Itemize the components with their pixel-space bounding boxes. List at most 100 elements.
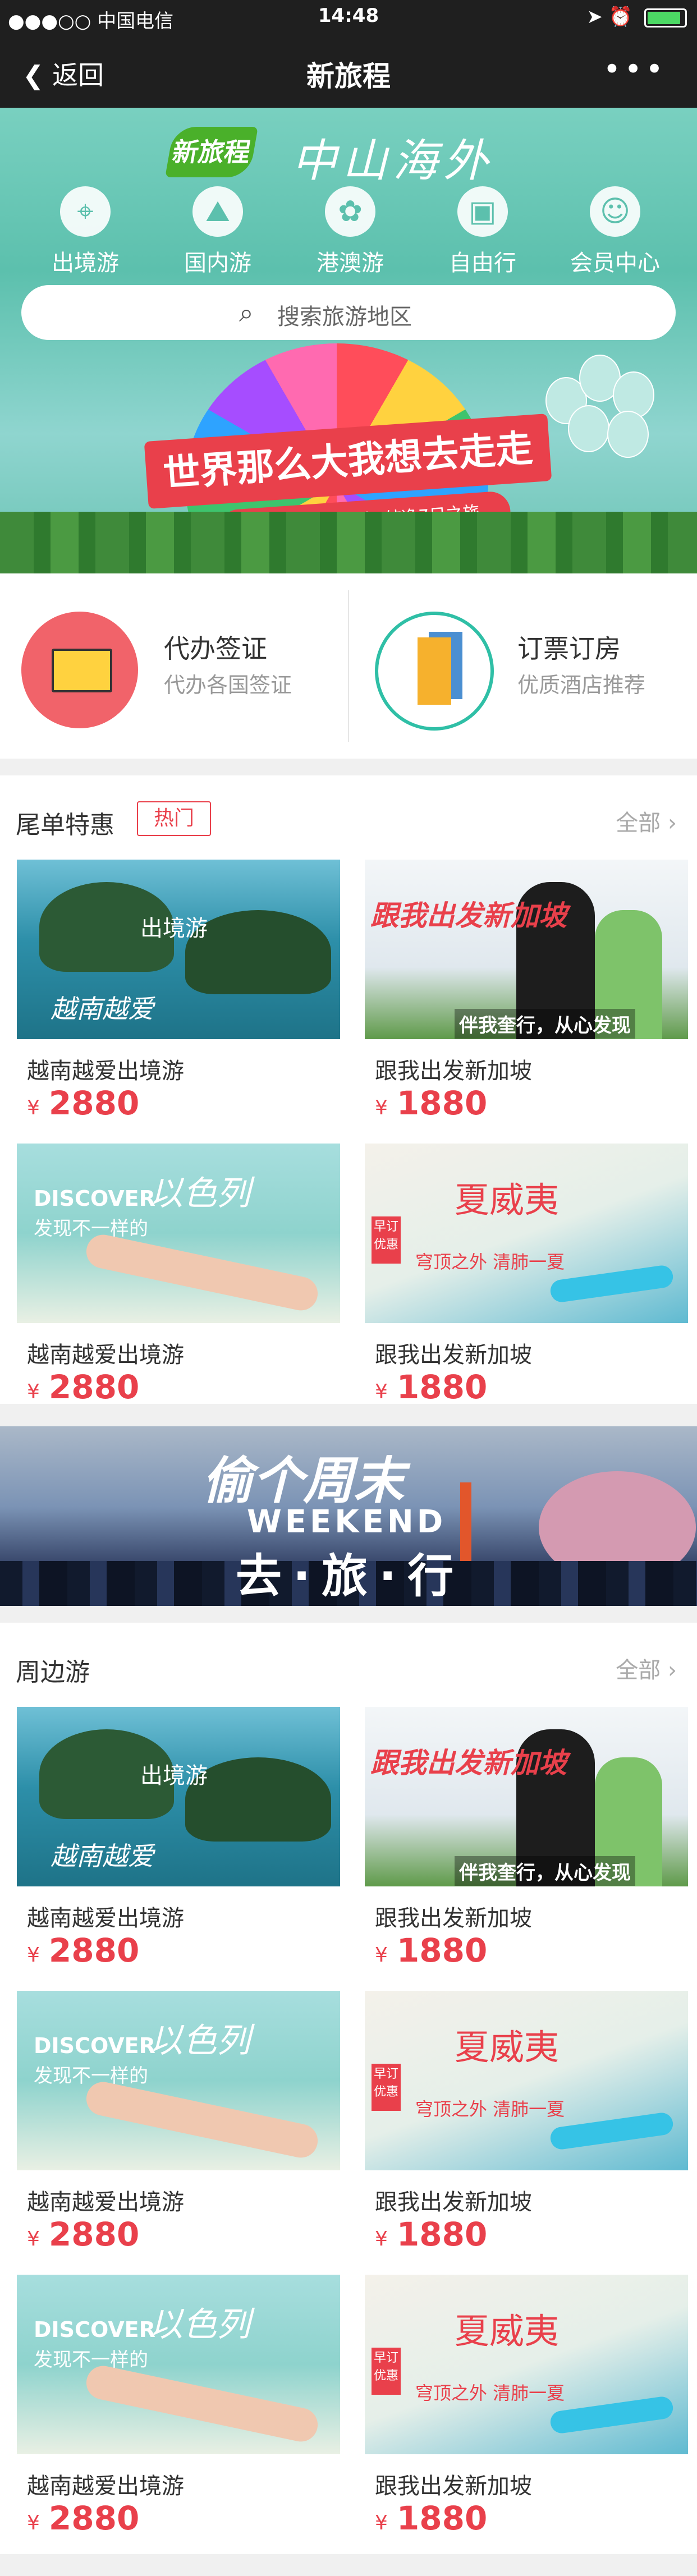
product-image: 早订优惠 夏威夷 穹顶之外 清肺一夏 <box>365 1991 688 2170</box>
product-price: ¥1880 <box>375 1368 487 1406</box>
deals-grid: 出境游 越南越爱 越南越爱 出境游 ¥2880 跟我出发新加坡 伴我奎行，从心发现… <box>0 860 697 1406</box>
currency-symbol: ¥ <box>27 1096 40 1119</box>
image-caption: 出境游 <box>140 1763 208 1789</box>
product-image: 跟我出发新加坡 伴我奎行，从心发现 <box>365 860 688 1039</box>
banner-line: 去·旅·行 <box>236 1550 465 1603</box>
image-caption: 发现不一样的 <box>34 1218 148 1240</box>
product-name: 跟我出发新加坡 <box>375 2473 532 2499</box>
more-button[interactable]: ••• <box>603 52 667 87</box>
category-member-center[interactable]: ☺ 会员中心 <box>559 186 671 277</box>
visa-service-subtitle: 代办各国签证 <box>164 673 292 697</box>
product-card[interactable]: DISCOVER 发现不一样的 以色列 越南越爱出境游 ¥2880 <box>17 2275 340 2550</box>
image-caption: 以色列 <box>149 2305 250 2344</box>
currency-symbol: ¥ <box>27 2511 40 2534</box>
product-card[interactable]: 出境游 越南越爱 越南越爱 出境游 ¥2880 <box>17 860 340 1135</box>
banner-line: WEEKEND <box>247 1504 447 1540</box>
image-caption: 发现不一样的 <box>34 2349 148 2371</box>
view-all-link[interactable]: 全部 › <box>616 1652 677 1684</box>
product-name: 越南越爱出境游 <box>27 2473 184 2499</box>
image-caption: 伴我奎行，从心发现 <box>455 1856 635 1886</box>
image-caption: 出境游 <box>140 916 208 942</box>
chevron-right-icon: › <box>668 810 677 836</box>
view-all-link[interactable]: 全部 › <box>616 805 677 837</box>
product-card[interactable]: 出境游 越南越爱 越南越爱出境游 ¥2880 <box>17 1707 340 1982</box>
price-value: 2880 <box>48 1084 140 1122</box>
product-name: 跟我出发新加坡 <box>375 1905 532 1931</box>
divider <box>348 590 349 742</box>
category-hk-macau[interactable]: ✿ 港澳游 <box>294 186 406 277</box>
category-label: 会员中心 <box>570 250 660 276</box>
product-card[interactable]: 早订优惠 夏威夷 穹顶之外 清肺一夏 跟我出发新加坡 ¥1880 <box>365 2275 688 2550</box>
product-price: ¥1880 <box>375 1084 487 1122</box>
image-caption: 越南越爱 <box>51 1841 154 1871</box>
alarm-icon: ⏰ <box>608 6 633 28</box>
product-name: 越南越爱出境游 <box>27 1905 184 1931</box>
product-card[interactable]: 早订优惠 夏威夷 穹顶之外 清肺一夏 跟我出发新加坡 ¥1880 <box>365 1144 688 1418</box>
section-title: 尾单特惠 <box>16 811 114 839</box>
currency-symbol: ¥ <box>375 1380 388 1403</box>
price-value: 1880 <box>396 2499 488 2537</box>
image-caption: 以色列 <box>149 2021 250 2060</box>
product-price: ¥2880 <box>27 2215 139 2253</box>
hot-badge: 热门 <box>137 801 211 836</box>
city-skyline <box>0 512 697 573</box>
hotel-icon[interactable] <box>375 612 494 731</box>
image-caption: 穹顶之外 清肺一夏 <box>415 1251 565 1273</box>
currency-symbol: ¥ <box>27 1380 40 1403</box>
price-value: 2880 <box>48 1931 140 1969</box>
battery-icon <box>644 8 687 27</box>
weekend-promo-banner[interactable]: 偷个周末 WEEKEND 去·旅·行 <box>0 1426 697 1606</box>
visa-service-title[interactable]: 代办签证 <box>164 628 267 665</box>
brand-logo: 新旅程 <box>165 127 258 177</box>
location-icon: ➤ <box>586 6 603 28</box>
product-price: ¥2880 <box>27 1931 139 1969</box>
status-bar: ●●●○○ 中国电信 14:48 ➤ ⏰ <box>0 0 697 36</box>
product-image: DISCOVER 发现不一样的 以色列 <box>17 1991 340 2170</box>
category-domestic[interactable]: ⛰ 国内游 <box>162 186 274 277</box>
hero-banner: 新旅程 中山海外 ⌖ 出境游 ⛰ 国内游 ✿ 港澳游 ▣ 自由行 ☺ 会员中心 … <box>0 108 697 573</box>
image-caption: 越南越爱 <box>51 994 154 1024</box>
certificate-icon[interactable] <box>21 612 138 728</box>
booking-service-title[interactable]: 订票订房 <box>517 628 621 665</box>
product-image: DISCOVER 发现不一样的 以色列 <box>17 2275 340 2454</box>
promo-tag: 早订优惠 <box>372 2348 401 2395</box>
currency-symbol: ¥ <box>375 1096 388 1119</box>
product-price: ¥1880 <box>375 2215 487 2253</box>
promo-tag: 早订优惠 <box>372 2064 401 2111</box>
product-card[interactable]: 跟我出发新加坡 伴我奎行，从心发现 跟我出发新加坡 ¥1880 <box>365 1707 688 1982</box>
currency-symbol: ¥ <box>27 2228 40 2251</box>
product-name: 跟我出发新加坡 <box>375 1058 532 1084</box>
product-image: 出境游 越南越爱 <box>17 860 340 1039</box>
category-outbound[interactable]: ⌖ 出境游 <box>29 186 141 277</box>
image-caption: 夏威夷 <box>455 2311 560 2352</box>
product-image: DISCOVER 发现不一样的 以色列 <box>17 1144 340 1323</box>
product-card[interactable]: 早订优惠 夏威夷 穹顶之外 清肺一夏 跟我出发新加坡 ¥1880 <box>365 1991 688 2266</box>
section-title: 周边游 <box>16 1658 90 1687</box>
price-value: 1880 <box>396 1931 488 1969</box>
banner-line: 偷个周末 <box>202 1452 404 1510</box>
product-name: 跟我出发新加坡 <box>375 1342 532 1368</box>
china-map-icon: ⛰ <box>192 186 243 237</box>
bus-icon: ▣ <box>457 186 508 237</box>
product-image: 跟我出发新加坡 伴我奎行，从心发现 <box>365 1707 688 1886</box>
nearby-grid: 出境游 越南越爱 越南越爱出境游 ¥2880 跟我出发新加坡 伴我奎行，从心发现… <box>0 1707 697 2554</box>
image-caption: DISCOVER <box>34 1186 155 1211</box>
view-all-label: 全部 <box>616 810 661 836</box>
product-price: ¥2880 <box>27 1084 139 1122</box>
product-name: 跟我出发新加坡 <box>375 2189 532 2215</box>
category-label: 国内游 <box>184 250 251 276</box>
search-icon: ⌕ <box>239 297 254 328</box>
image-caption: 夏威夷 <box>455 2027 560 2068</box>
category-independent[interactable]: ▣ 自由行 <box>427 186 539 277</box>
product-card[interactable]: DISCOVER 发现不一样的 以色列 越南越爱出境游 ¥2880 <box>17 1144 340 1418</box>
image-caption: DISCOVER <box>34 2033 155 2058</box>
view-all-label: 全部 <box>616 1657 661 1683</box>
currency-symbol: ¥ <box>27 1944 40 1967</box>
search-bar[interactable]: ⌕ 搜索旅游地区 <box>21 285 676 340</box>
booking-service-subtitle: 优质酒店推荐 <box>517 673 646 697</box>
price-value: 1880 <box>396 1084 488 1122</box>
nearby-header: 周边游 全部 › <box>0 1623 697 1707</box>
product-card[interactable]: 跟我出发新加坡 伴我奎行，从心发现 跟我出发新加坡 ¥1880 <box>365 860 688 1135</box>
product-card[interactable]: DISCOVER 发现不一样的 以色列 越南越爱出境游 ¥2880 <box>17 1991 340 2266</box>
image-caption: 发现不一样的 <box>34 2065 148 2087</box>
